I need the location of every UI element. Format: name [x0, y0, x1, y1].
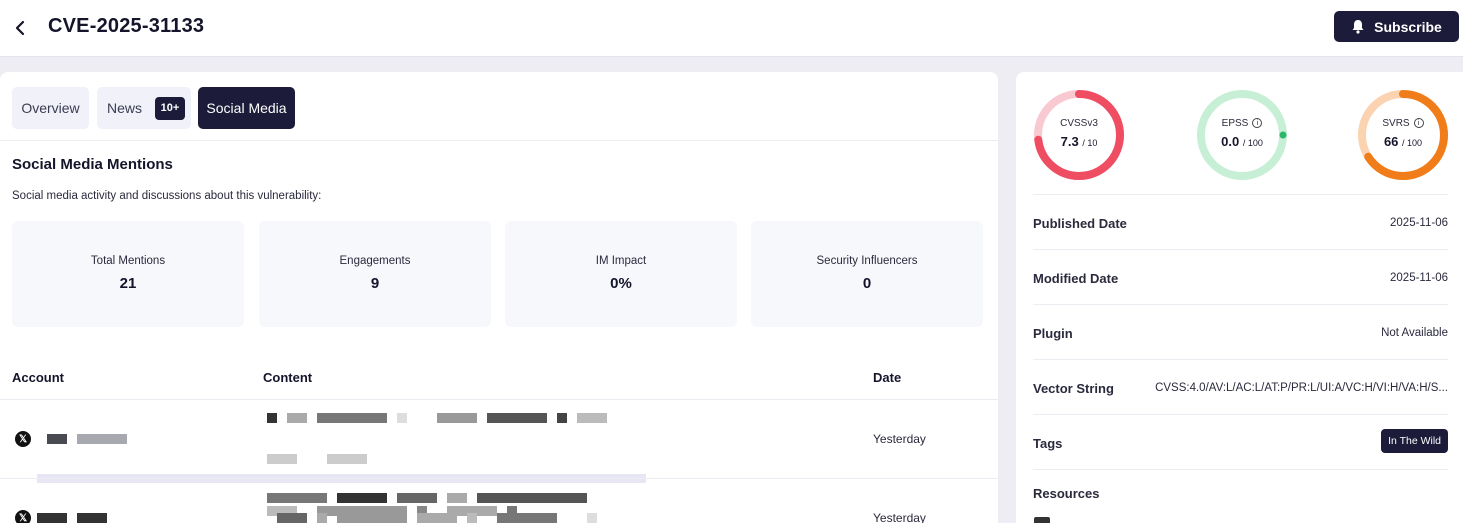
- detail-row-modified: Modified Date 2025-11-06: [1033, 249, 1448, 304]
- tag-in-the-wild[interactable]: In The Wild: [1381, 429, 1448, 453]
- gauge-label: CVSSv3: [1060, 118, 1098, 129]
- news-count-badge: 10+: [155, 96, 186, 120]
- back-arrow-icon[interactable]: [10, 17, 32, 39]
- stat-label: IM Impact: [595, 255, 647, 267]
- stat-value: 9: [370, 275, 380, 292]
- gauge-value: 7.3 / 10: [1060, 134, 1098, 149]
- gauge-epss: EPSS i 0.0 / 100: [1196, 89, 1288, 181]
- divider: [0, 140, 998, 141]
- detail-value: Not Available: [1381, 327, 1448, 339]
- tab-social-media[interactable]: Social Media: [198, 87, 295, 129]
- detail-value: 2025-11-06: [1390, 217, 1448, 229]
- gauge-svrs: SVRS i 66 / 100: [1357, 89, 1449, 181]
- stat-card-im-impact: IM Impact 0%: [505, 221, 737, 327]
- tab-overview-label: Overview: [21, 100, 80, 116]
- tab-news[interactable]: News 10+: [97, 87, 191, 129]
- stat-value: 0%: [610, 275, 632, 292]
- divider: [0, 478, 998, 479]
- main-panel: Overview News 10+ Social Media Social Me…: [0, 72, 998, 523]
- detail-label: Tags: [1033, 436, 1063, 451]
- row-date: Yesterday: [873, 432, 926, 446]
- gauge-label: EPSS i: [1196, 118, 1288, 129]
- detail-row-published: Published Date 2025-11-06: [1033, 194, 1448, 249]
- stat-label: Security Influencers: [816, 255, 918, 267]
- column-header-date[interactable]: Date: [873, 370, 901, 385]
- detail-row-resources: Resources: [1033, 469, 1448, 523]
- detail-label: Modified Date: [1033, 271, 1119, 286]
- tab-social-media-label: Social Media: [206, 100, 287, 116]
- x-twitter-icon: 𝕏: [15, 510, 31, 523]
- tab-news-label: News: [107, 100, 143, 116]
- detail-row-plugin: Plugin Not Available: [1033, 304, 1448, 359]
- detail-row-tags: Tags In The Wild: [1033, 414, 1448, 469]
- page-header: CVE-2025-31133 Subscribe: [0, 0, 1463, 57]
- stat-card-total-mentions: Total Mentions 21: [12, 221, 244, 327]
- resource-icon: [1034, 517, 1050, 523]
- stat-value: 0: [862, 275, 872, 292]
- detail-label: Vector String: [1033, 381, 1114, 396]
- divider: [0, 399, 998, 400]
- subscribe-label: Subscribe: [1374, 18, 1442, 35]
- column-header-content[interactable]: Content: [263, 370, 312, 385]
- x-twitter-icon: 𝕏: [15, 431, 31, 447]
- stat-card-security-influencers: Security Influencers 0: [751, 221, 983, 327]
- column-header-account[interactable]: Account: [12, 370, 64, 385]
- gauge-value: 0.0 / 100: [1221, 134, 1263, 149]
- section-title: Social Media Mentions: [12, 156, 173, 173]
- row-date: Yesterday: [873, 511, 926, 523]
- details-panel: CVSSv3 7.3 / 10 EPSS i 0.0 / 100 SVRS i 66…: [1016, 72, 1463, 523]
- detail-label: Published Date: [1033, 216, 1127, 231]
- detail-value: 2025-11-06: [1390, 272, 1448, 284]
- tab-overview[interactable]: Overview: [12, 87, 89, 129]
- info-icon[interactable]: i: [1413, 118, 1424, 129]
- stat-label: Engagements: [339, 255, 411, 267]
- subscribe-button[interactable]: Subscribe: [1334, 11, 1459, 42]
- page-title: CVE-2025-31133: [48, 15, 205, 37]
- gauge-value: 66 / 100: [1383, 134, 1423, 149]
- gauge-cvss: CVSSv3 7.3 / 10: [1033, 89, 1125, 181]
- detail-label: Plugin: [1033, 326, 1073, 341]
- bell-icon: [1352, 20, 1364, 34]
- stat-value: 21: [119, 275, 137, 292]
- section-description: Social media activity and discussions ab…: [12, 190, 322, 202]
- stat-label: Total Mentions: [90, 255, 166, 267]
- stat-card-engagements: Engagements 9: [259, 221, 491, 327]
- detail-value[interactable]: CVSS:4.0/AV:L/AC:L/AT:P/PR:L/UI:A/VC:H/V…: [1155, 382, 1448, 394]
- info-icon[interactable]: i: [1252, 118, 1263, 129]
- detail-label: Resources: [1033, 486, 1100, 501]
- gauge-label: SVRS i: [1357, 118, 1449, 129]
- detail-row-vector: Vector String CVSS:4.0/AV:L/AC:L/AT:P/PR…: [1033, 359, 1448, 414]
